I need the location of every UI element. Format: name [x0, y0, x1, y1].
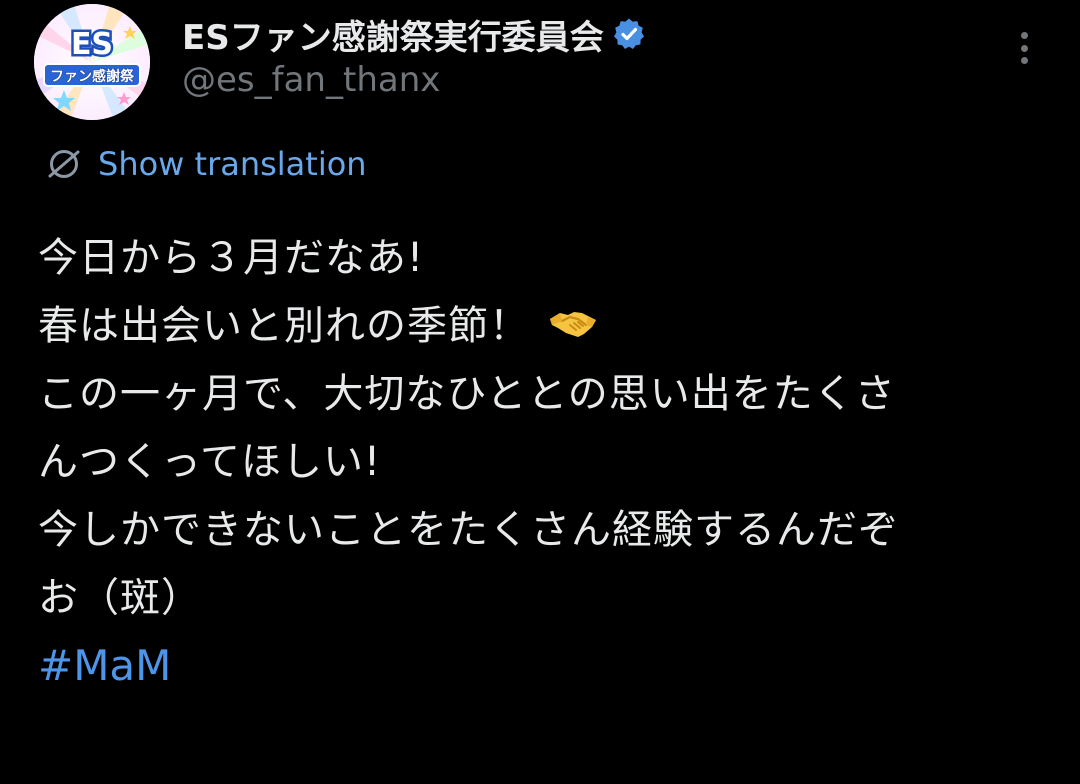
tweet-text: 今日から３月だなあ! 春は出会いと別れの季節！ この一ヶ月で、大切なひととの思い…: [38, 224, 1048, 700]
es-fan-thanks-logo-icon: ES ファン感謝祭: [34, 4, 150, 120]
author-avatar[interactable]: ES ファン感謝祭: [34, 4, 150, 120]
svg-text:ES: ES: [71, 27, 113, 62]
author-name-row: ESファン感謝祭実行委員会: [182, 10, 646, 58]
author-display-name[interactable]: ESファン感謝祭実行委員会: [182, 10, 604, 59]
tweet-line: お（斑）: [38, 575, 202, 621]
verified-badge-icon: [612, 17, 646, 51]
hashtag-link[interactable]: #MaM: [38, 632, 171, 700]
handshake-icon: [548, 296, 598, 337]
tweet-line: 今しかできないことをたくさん経験するんだぞ: [38, 507, 899, 553]
tweet-line: んつくってほしい!: [38, 439, 382, 485]
show-translation-button[interactable]: Show translation: [44, 142, 367, 186]
tweet-line-with-emoji: 春は出会いと別れの季節！: [38, 292, 1048, 360]
tweet-post: ES ファン感謝祭 ESファン感謝祭実行委員会 @es_fan_thanx Sh…: [0, 0, 1080, 784]
author-handle[interactable]: @es_fan_thanx: [182, 60, 440, 100]
more-dot: [1020, 57, 1028, 64]
more-options-icon[interactable]: [1006, 28, 1042, 68]
tweet-line: この一ヶ月で、大切なひととの思い出をたくさ: [38, 371, 896, 417]
tweet-line: 春は出会いと別れの季節！: [38, 303, 530, 349]
show-translation-label: Show translation: [98, 145, 367, 183]
more-dot: [1020, 44, 1028, 52]
svg-text:ファン感謝祭: ファン感謝祭: [50, 68, 135, 85]
tweet-line: 今日から３月だなあ!: [38, 235, 425, 281]
globe-icon: [44, 144, 84, 184]
more-dot: [1020, 32, 1028, 39]
